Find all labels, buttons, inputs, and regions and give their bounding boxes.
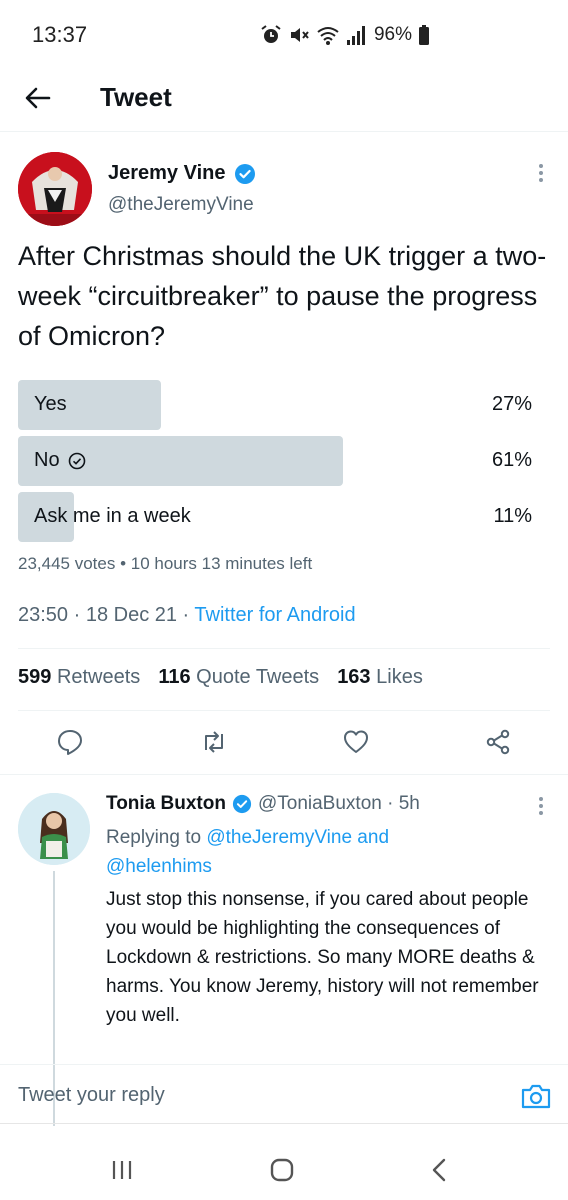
- status-bar: 13:37 96%: [0, 0, 568, 70]
- author-name-row: Jeremy Vine: [108, 162, 256, 185]
- system-nav-bar: [0, 1126, 568, 1200]
- poll-option-percent: 27%: [491, 393, 532, 415]
- reply-header: Tonia Buxton @ToniaBuxton · 5h: [106, 793, 420, 815]
- author-name[interactable]: Jeremy Vine: [108, 162, 226, 185]
- author-handle[interactable]: @theJeremyVine: [108, 194, 254, 216]
- reply-input[interactable]: [18, 1077, 488, 1113]
- replying-to: Replying to @theJeremyVine and @helenhims: [106, 827, 390, 877]
- nav-back-icon[interactable]: [426, 1156, 454, 1184]
- poll-option-label: Ask me in a week: [34, 505, 191, 527]
- share-icon[interactable]: [484, 728, 512, 756]
- tweet-action-bar: [0, 728, 568, 778]
- status-time: 13:37: [32, 22, 88, 47]
- page-title: Tweet: [100, 82, 172, 112]
- poll-meta: 23,445 votes • 10 hours 13 minutes left: [18, 554, 313, 573]
- tweet-stats: 599 Retweets 116 Quote Tweets 163 Likes: [18, 666, 423, 689]
- app-header: Tweet: [0, 70, 568, 132]
- alarm-icon: [261, 25, 281, 43]
- more-vertical-icon[interactable]: [536, 162, 546, 184]
- reply-author-name[interactable]: Tonia Buxton: [106, 793, 226, 815]
- poll-option-yes: Yes 27%: [18, 380, 532, 430]
- quote-tweets-stat[interactable]: 116 Quote Tweets: [158, 666, 319, 689]
- poll-option-percent: 11%: [493, 505, 532, 527]
- reply-text: Just stop this nonsense, if you cared ab…: [106, 889, 539, 1026]
- avatar[interactable]: [18, 793, 90, 865]
- retweets-stat[interactable]: 599 Retweets: [18, 666, 140, 689]
- signal-icon: [346, 26, 365, 45]
- back-arrow-icon[interactable]: [22, 82, 54, 114]
- mention-link[interactable]: @theJeremyVine and: [206, 827, 389, 848]
- wifi-icon: [317, 27, 339, 45]
- tweet-timestamp: 23:50 · 18 Dec 21 · Twitter for Android: [18, 604, 356, 626]
- poll-option-ask-later: Ask me in a week 11%: [18, 492, 532, 542]
- recent-apps-icon[interactable]: [108, 1156, 136, 1184]
- reply-icon[interactable]: [56, 728, 84, 756]
- more-vertical-icon[interactable]: [536, 795, 546, 817]
- like-icon[interactable]: [342, 728, 370, 756]
- mention-link[interactable]: @helenhims: [106, 856, 212, 877]
- battery-icon: [419, 25, 429, 45]
- tweet-text: After Christmas should the UK trigger a …: [18, 241, 547, 351]
- divider: [18, 710, 550, 711]
- status-icons: 96%: [260, 22, 430, 48]
- verified-badge-icon: [234, 163, 255, 184]
- poll-option-percent: 61%: [491, 449, 532, 471]
- poll: Yes 27% No 61% Ask me in a week 11%: [18, 380, 532, 548]
- reply-author-handle[interactable]: @ToniaBuxton · 5h: [258, 793, 420, 815]
- check-circle-icon: [68, 452, 85, 469]
- poll-option-label: No: [34, 449, 86, 472]
- mute-icon: [290, 28, 309, 42]
- compose-bar: [0, 1064, 568, 1124]
- avatar[interactable]: [18, 152, 92, 226]
- divider: [18, 648, 550, 649]
- verified-badge-icon: [232, 794, 252, 814]
- battery-level: 96%: [373, 24, 412, 45]
- camera-icon[interactable]: [520, 1081, 552, 1111]
- poll-option-label: Yes: [34, 393, 67, 415]
- client-link[interactable]: Twitter for Android: [194, 604, 355, 626]
- likes-stat[interactable]: 163 Likes: [337, 666, 423, 689]
- home-icon[interactable]: [268, 1156, 296, 1184]
- poll-option-no: No 61%: [18, 436, 532, 486]
- retweet-icon[interactable]: [200, 728, 228, 756]
